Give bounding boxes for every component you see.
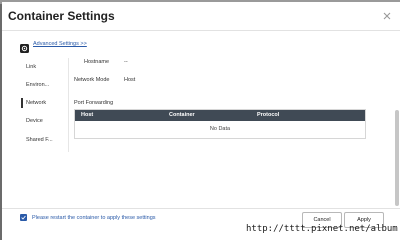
watermark-url: http://tttt.pixnet.net/album	[246, 224, 398, 234]
sidebar-item-network[interactable]: Network	[10, 97, 66, 109]
port-forwarding-table: Host Container Protocol No Data	[74, 109, 366, 139]
network-mode-value: Host	[124, 77, 136, 83]
settings-sidebar: Link Environ... Network Device Shared F.…	[10, 58, 66, 154]
restart-message: Please restart the container to apply th…	[32, 215, 156, 221]
sidebar-item-label: Environ...	[26, 82, 50, 88]
dialog-title-bar: Container Settings	[2, 2, 400, 30]
hostname-value: --	[124, 59, 128, 65]
column-header-protocol[interactable]: Protocol	[257, 112, 279, 118]
footer-divider	[2, 208, 400, 209]
column-header-container[interactable]: Container	[169, 112, 195, 118]
check-icon	[21, 215, 26, 220]
sidebar-divider	[68, 58, 69, 152]
table-header: Host Container Protocol	[75, 110, 365, 121]
advanced-settings-link[interactable]: Advanced Settings >>	[33, 41, 87, 47]
container-settings-dialog: Container Settings Advanced Settings >> …	[2, 2, 400, 240]
sidebar-item-label: Link	[26, 64, 37, 70]
empty-table-message: No Data	[209, 126, 231, 132]
title-divider	[2, 30, 400, 31]
scrollbar-thumb[interactable]	[395, 110, 399, 206]
sidebar-item-shared-folders[interactable]: Shared F...	[10, 134, 66, 146]
sidebar-item-label: Device	[26, 118, 43, 124]
sidebar-item-environment[interactable]: Environ...	[10, 79, 66, 91]
port-forwarding-label: Port Forwarding	[74, 100, 114, 106]
column-header-host[interactable]: Host	[81, 112, 93, 118]
gear-icon	[20, 40, 29, 53]
network-mode-label: Network Mode	[74, 77, 110, 83]
sidebar-item-device[interactable]: Device	[10, 115, 66, 127]
dialog-title: Container Settings	[8, 9, 115, 23]
sidebar-item-link[interactable]: Link	[10, 61, 66, 73]
sidebar-item-label: Shared F...	[26, 137, 53, 143]
close-icon[interactable]	[382, 8, 392, 20]
sidebar-item-label: Network	[26, 100, 47, 106]
hostname-label: Hostname	[84, 59, 110, 65]
restart-checkbox[interactable]	[20, 214, 27, 221]
